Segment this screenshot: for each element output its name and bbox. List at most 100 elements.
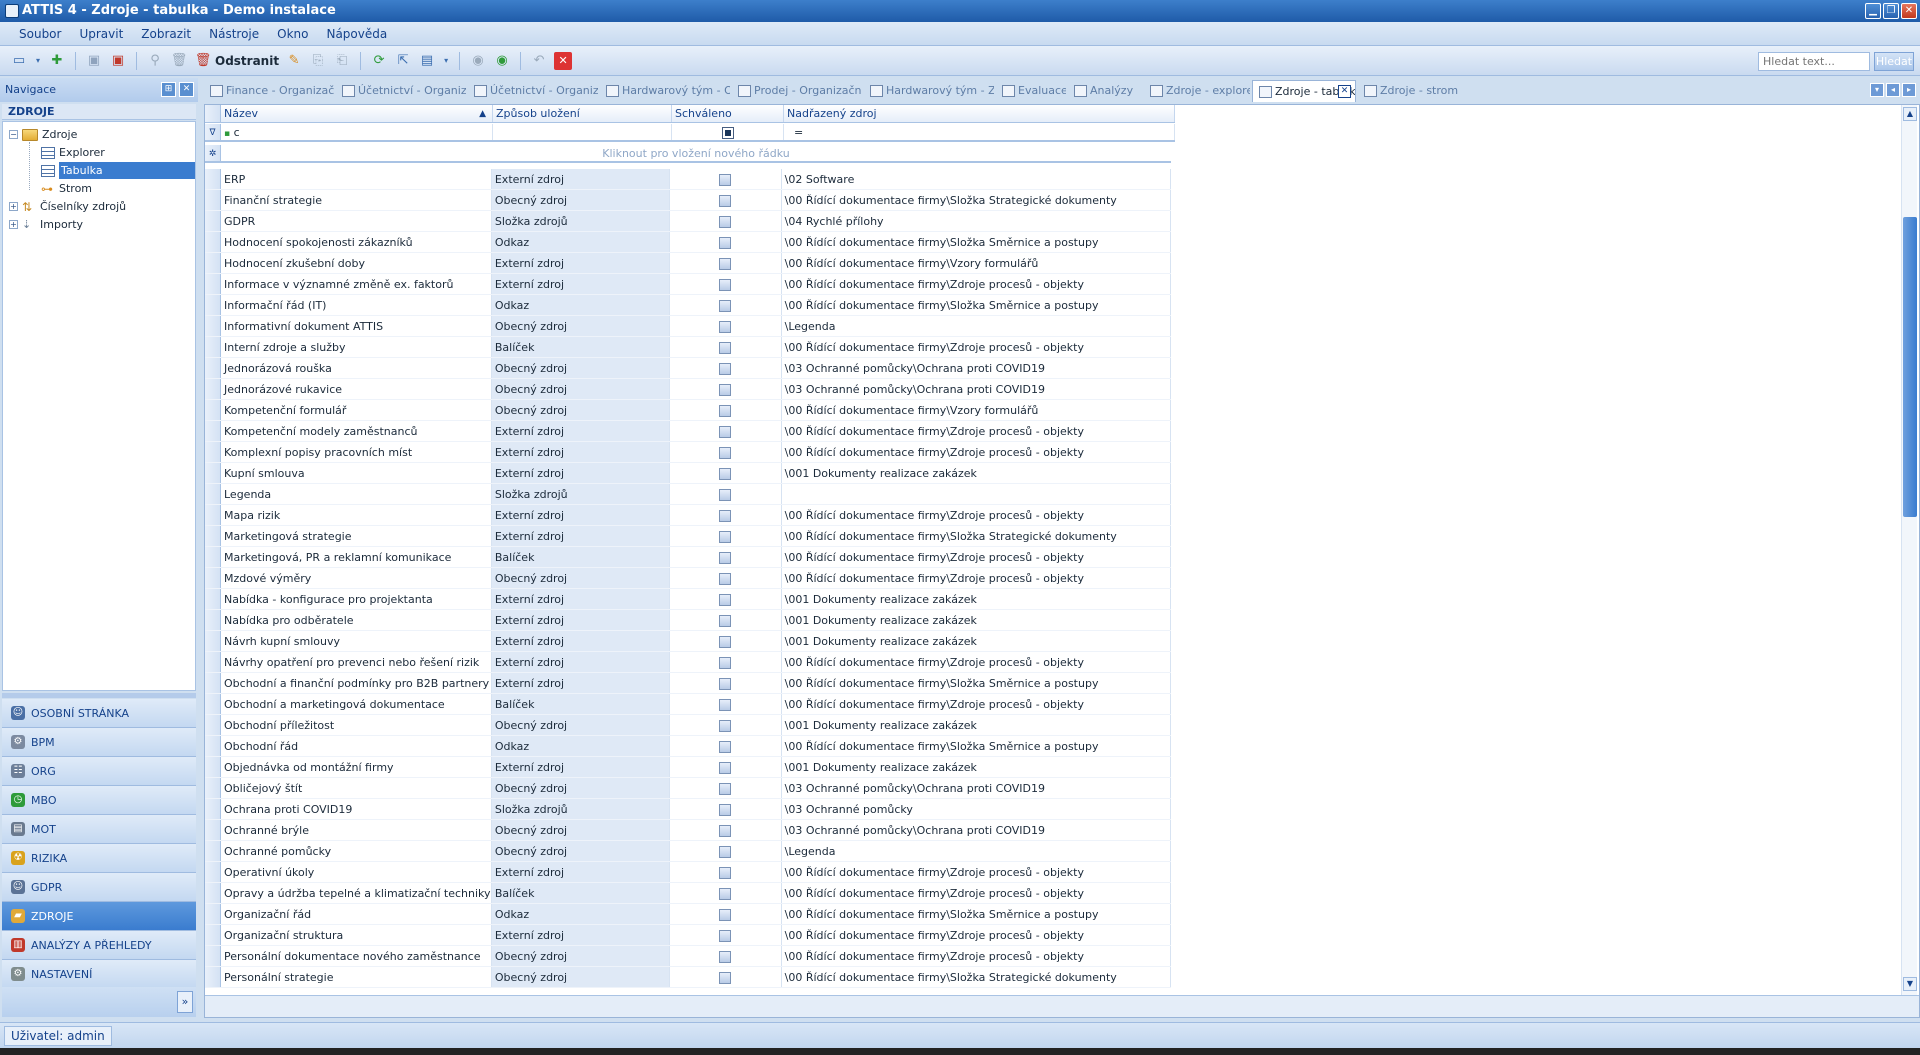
row-indicator[interactable] <box>205 610 221 630</box>
cell-nadrazeny-zdroj[interactable]: \00 Řídící dokumentace firmy\Složka Stra… <box>782 190 1171 210</box>
row-indicator[interactable] <box>205 232 221 252</box>
row-indicator[interactable] <box>205 715 221 735</box>
cell-zpusob-ulozeni[interactable]: Externí zdroj <box>491 610 671 630</box>
approved-checkbox[interactable] <box>719 930 732 942</box>
back-icon[interactable]: ◉ <box>469 52 487 70</box>
module-mbo[interactable]: ◷ MBO <box>2 786 196 815</box>
scroll-thumb[interactable] <box>1903 217 1917 517</box>
cell-zpusob-ulozeni[interactable]: Obecný zdroj <box>491 190 671 210</box>
row-indicator[interactable] <box>205 295 221 315</box>
row-indicator[interactable] <box>205 400 221 420</box>
cell-nazev[interactable]: Jednorázová rouška <box>221 358 492 378</box>
column-nazev[interactable]: Název ▲ <box>221 105 493 122</box>
approved-checkbox[interactable] <box>719 699 732 711</box>
module-bpm[interactable]: ⚙ BPM <box>2 728 196 757</box>
table-row[interactable]: Nabídka - konfigurace pro projektanta Ext… <box>205 589 1171 610</box>
new-document-icon[interactable]: ▭ <box>10 52 28 70</box>
row-indicator[interactable] <box>205 925 221 945</box>
approved-checkbox[interactable] <box>719 468 732 480</box>
menu-okno[interactable]: Okno <box>268 27 317 41</box>
table-row[interactable]: Obchodní a marketingová dokumentace Balíč… <box>205 694 1171 715</box>
cell-nazev[interactable]: Personální strategie <box>221 967 492 987</box>
undo-icon[interactable]: ↶ <box>530 52 548 70</box>
table-row[interactable]: Kupní smlouva Externí zdroj \001 Dokumenty… <box>205 463 1171 484</box>
tree-node-strom[interactable]: ⊶ Strom <box>41 180 92 197</box>
row-indicator[interactable] <box>205 211 221 231</box>
save-icon[interactable]: ▣ <box>85 52 103 70</box>
cell-nadrazeny-zdroj[interactable]: \001 Dokumenty realizace zakázek <box>782 631 1171 651</box>
approved-checkbox[interactable] <box>719 384 732 396</box>
cell-nadrazeny-zdroj[interactable]: \03 Ochranné pomůcky\Ochrana proti COVID… <box>782 820 1171 840</box>
cell-nazev[interactable]: Operativní úkoly <box>221 862 492 882</box>
approved-checkbox[interactable] <box>719 216 732 228</box>
table-row[interactable]: Hodnocení spokojenosti zákazníků Odkaz \00… <box>205 232 1171 253</box>
maximize-button[interactable]: ❐ <box>1883 3 1899 19</box>
row-indicator[interactable] <box>205 253 221 273</box>
tab-6[interactable]: Evaluace <box>996 80 1066 102</box>
tab-2[interactable]: Účetnictví - Organizační <box>468 80 598 102</box>
table-row[interactable]: GDPR Složka zdrojů \04 Rychlé přílohy <box>205 211 1171 232</box>
view-icon[interactable]: ▤ <box>418 52 436 70</box>
cell-nazev[interactable]: Objednávka od montážní firmy <box>221 757 492 777</box>
cell-nazev[interactable]: Obchodní a finanční podmínky pro B2B par… <box>221 673 492 693</box>
cell-zpusob-ulozeni[interactable]: Balíček <box>491 694 671 714</box>
tree-node-ciselniky[interactable]: + ⇅ Číselníky zdrojů <box>9 198 126 215</box>
cell-nadrazeny-zdroj[interactable]: \00 Řídící dokumentace firmy\Složka Směr… <box>782 673 1171 693</box>
cell-nazev[interactable]: Ochranné brýle <box>221 820 492 840</box>
cell-nadrazeny-zdroj[interactable]: \001 Dokumenty realizace zakázek <box>782 757 1171 777</box>
add-green-icon[interactable]: ✚ <box>48 52 66 70</box>
row-indicator[interactable] <box>205 631 221 651</box>
cell-nadrazeny-zdroj[interactable]: \00 Řídící dokumentace firmy\Složka Směr… <box>782 904 1171 924</box>
row-indicator[interactable] <box>205 967 221 987</box>
menu-soubor[interactable]: Soubor <box>10 27 70 41</box>
approved-checkbox[interactable] <box>719 825 732 837</box>
new-row[interactable]: ✲ Kliknout pro vložení nového řádku <box>205 145 1171 163</box>
table-row[interactable]: Marketingová, PR a reklamní komunikace Ba… <box>205 547 1171 568</box>
tab-4[interactable]: Prodej - Organizační jec <box>732 80 862 102</box>
cell-nazev[interactable]: Ochrana proti COVID19 <box>221 799 492 819</box>
cell-nadrazeny-zdroj[interactable]: \00 Řídící dokumentace firmy\Vzory formu… <box>782 400 1171 420</box>
cell-nadrazeny-zdroj[interactable]: \Legenda <box>782 841 1171 861</box>
cell-zpusob-ulozeni[interactable]: Obecný zdroj <box>491 967 671 987</box>
cell-nadrazeny-zdroj[interactable]: \04 Rychlé přílohy <box>782 211 1171 231</box>
cell-nadrazeny-zdroj[interactable]: \001 Dokumenty realizace zakázek <box>782 715 1171 735</box>
cell-zpusob-ulozeni[interactable]: Obecný zdroj <box>491 841 671 861</box>
cell-nazev[interactable]: Hodnocení spokojenosti zákazníků <box>221 232 492 252</box>
approved-checkbox[interactable] <box>719 321 732 333</box>
row-indicator[interactable] <box>205 883 221 903</box>
row-indicator[interactable] <box>205 484 221 504</box>
cell-nazev[interactable]: Kompetenční modely zaměstnanců <box>221 421 492 441</box>
row-indicator[interactable] <box>205 757 221 777</box>
cell-nadrazeny-zdroj[interactable]: \00 Řídící dokumentace firmy\Zdroje proc… <box>782 274 1171 294</box>
row-indicator[interactable] <box>205 946 221 966</box>
table-row[interactable]: Ochranné pomůcky Obecný zdroj \Legenda <box>205 841 1171 862</box>
pin-icon[interactable]: ⊞ <box>161 82 176 97</box>
cell-zpusob-ulozeni[interactable]: Obecný zdroj <box>491 379 671 399</box>
row-indicator[interactable] <box>205 799 221 819</box>
cell-nadrazeny-zdroj[interactable]: \001 Dokumenty realizace zakázek <box>782 610 1171 630</box>
cell-nazev[interactable]: Nabídka - konfigurace pro projektanta <box>221 589 492 609</box>
approved-checkbox[interactable] <box>719 405 732 417</box>
approved-checkbox[interactable] <box>719 510 732 522</box>
menu-zobrazit[interactable]: Zobrazit <box>132 27 200 41</box>
row-indicator[interactable] <box>205 778 221 798</box>
table-row[interactable]: Mzdové výměry Obecný zdroj \00 Řídící doku… <box>205 568 1171 589</box>
menu-nastroje[interactable]: Nástroje <box>200 27 268 41</box>
filter-schvaleno[interactable] <box>672 124 784 140</box>
cell-nadrazeny-zdroj[interactable]: \001 Dokumenty realizace zakázek <box>782 463 1171 483</box>
table-row[interactable]: Organizační struktura Externí zdroj \00 Ří… <box>205 925 1171 946</box>
cell-nazev[interactable]: ERP <box>221 169 492 189</box>
column-zpusob-ulozeni[interactable]: Způsob uložení <box>493 105 672 122</box>
approved-checkbox[interactable] <box>719 636 732 648</box>
cancel-icon[interactable]: ✕ <box>554 51 573 70</box>
cell-nazev[interactable]: Informace v významné změně ex. faktorů <box>221 274 492 294</box>
approved-checkbox[interactable] <box>719 951 732 963</box>
approved-checkbox[interactable] <box>719 867 732 879</box>
cell-nazev[interactable]: Informativní dokument ATTIS <box>221 316 492 336</box>
tab-7[interactable]: Analýzy <box>1068 80 1142 102</box>
refresh-icon[interactable]: ⟳ <box>370 52 388 70</box>
module-org[interactable]: ☷ ORG <box>2 757 196 786</box>
expand-modules-icon[interactable]: » <box>177 991 193 1013</box>
approved-checkbox[interactable] <box>719 237 732 249</box>
row-indicator[interactable] <box>205 169 221 189</box>
